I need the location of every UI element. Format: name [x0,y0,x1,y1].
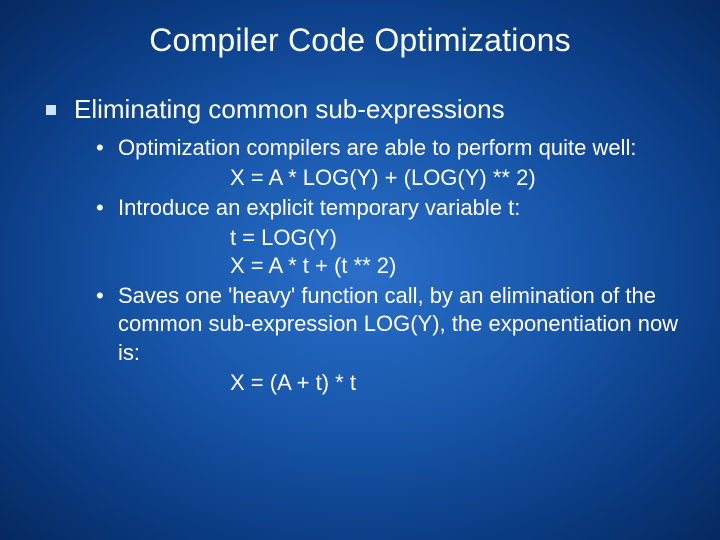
bullet-level1: Eliminating common sub-expressions [40,93,680,126]
bullet-level2: • Introduce an explicit temporary variab… [40,194,680,222]
dot-bullet-icon: • [96,194,104,222]
point-text: Saves one 'heavy' function call, by an e… [118,283,678,364]
dot-bullet-icon: • [96,134,104,162]
dot-bullet-icon: • [96,282,104,310]
square-bullet-icon [46,105,56,115]
bullet-level2: • Saves one 'heavy' function call, by an… [40,282,680,366]
code-line: X = A * t + (t ** 2) [40,252,680,280]
bullet-level2: • Optimization compilers are able to per… [40,134,680,162]
point-text: Optimization compilers are able to perfo… [118,135,636,160]
point-text: Introduce an explicit temporary variable… [118,195,520,220]
slide: Compiler Code Optimizations Eliminating … [0,0,720,540]
code-line: X = (A + t) * t [40,369,680,397]
topic-text: Eliminating common sub-expressions [74,94,505,124]
code-line: t = LOG(Y) [40,224,680,252]
slide-title: Compiler Code Optimizations [40,22,680,59]
code-line: X = A * LOG(Y) + (LOG(Y) ** 2) [40,164,680,192]
